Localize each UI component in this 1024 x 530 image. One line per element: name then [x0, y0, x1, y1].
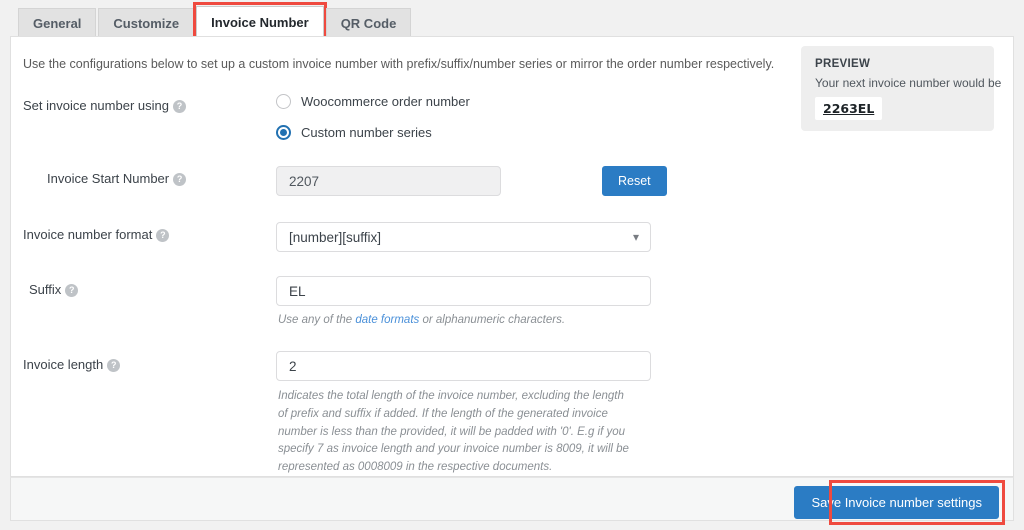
settings-screen: General Customize Invoice Number QR Code…	[0, 0, 1024, 530]
suffix-label-text: Suffix	[29, 282, 62, 297]
panel-footer: Save Invoice number settings	[10, 477, 1014, 525]
suffix-hint-before: Use any of the	[278, 314, 356, 326]
preview-value: 2263EL	[815, 97, 883, 120]
help-icon[interactable]: ?	[156, 229, 170, 242]
tab-bar: General Customize Invoice Number QR Code	[0, 0, 1024, 40]
invoice-number-format-select[interactable]	[276, 222, 651, 252]
radio-custom-label: Custom number series	[301, 125, 432, 140]
number-format-label: Invoice number format?	[23, 227, 170, 242]
invoice-start-number-input[interactable]	[276, 166, 501, 196]
tab-customize-label: Customize	[113, 16, 180, 31]
set-using-label-text: Set invoice number using	[23, 98, 169, 113]
suffix-hint: Use any of the date formats or alphanume…	[278, 312, 678, 330]
suffix-input[interactable]	[276, 276, 651, 306]
preview-subtitle: Your next invoice number would be	[815, 76, 1002, 90]
invoice-number-format-select-wrap: ▾	[276, 222, 651, 252]
tab-customize[interactable]: Customize	[98, 8, 195, 37]
invoice-length-label: Invoice length?	[23, 357, 121, 372]
radio-indicator	[276, 94, 291, 109]
suffix-label: Suffix?	[29, 282, 79, 297]
preview-title: PREVIEW	[815, 58, 871, 70]
set-using-label: Set invoice number using?	[23, 98, 186, 113]
tab-qr-code[interactable]: QR Code	[325, 8, 412, 37]
tab-invoice-number[interactable]: Invoice Number	[193, 2, 327, 40]
start-number-label: Invoice Start Number?	[47, 171, 187, 186]
tab-general-label: General	[33, 16, 82, 31]
save-invoice-number-settings-button[interactable]: Save Invoice number settings	[794, 486, 999, 519]
invoice-length-hint: Indicates the total length of the invoic…	[278, 390, 629, 474]
preview-card: PREVIEW Your next invoice number would b…	[801, 46, 1002, 131]
radio-woocommerce-label: Woocommerce order number	[301, 94, 470, 109]
invoice-length-input[interactable]	[276, 351, 651, 381]
suffix-hint-after: or alphanumeric characters.	[419, 314, 566, 326]
reset-button[interactable]: Reset	[602, 166, 667, 196]
help-icon[interactable]: ?	[107, 359, 121, 372]
date-formats-link[interactable]: date formats	[355, 314, 419, 326]
number-format-label-text: Invoice number format	[23, 227, 153, 242]
tab-invoice-number-label: Invoice Number	[211, 15, 309, 30]
radio-indicator-selected	[276, 125, 291, 140]
tab-qr-code-label: QR Code	[340, 16, 397, 31]
settings-panel: Use the configurations below to set up a…	[10, 36, 1014, 477]
start-number-label-text: Invoice Start Number	[47, 171, 170, 186]
help-icon[interactable]: ?	[172, 100, 186, 113]
radio-woocommerce-order-number[interactable]: Woocommerce order number	[276, 94, 470, 109]
tab-general[interactable]: General	[18, 8, 97, 37]
help-icon[interactable]: ?	[65, 284, 79, 297]
invoice-length-label-text: Invoice length	[23, 357, 104, 372]
radio-custom-number-series[interactable]: Custom number series	[276, 125, 432, 140]
intro-text: Use the configurations below to set up a…	[23, 57, 775, 71]
help-icon[interactable]: ?	[173, 173, 187, 186]
